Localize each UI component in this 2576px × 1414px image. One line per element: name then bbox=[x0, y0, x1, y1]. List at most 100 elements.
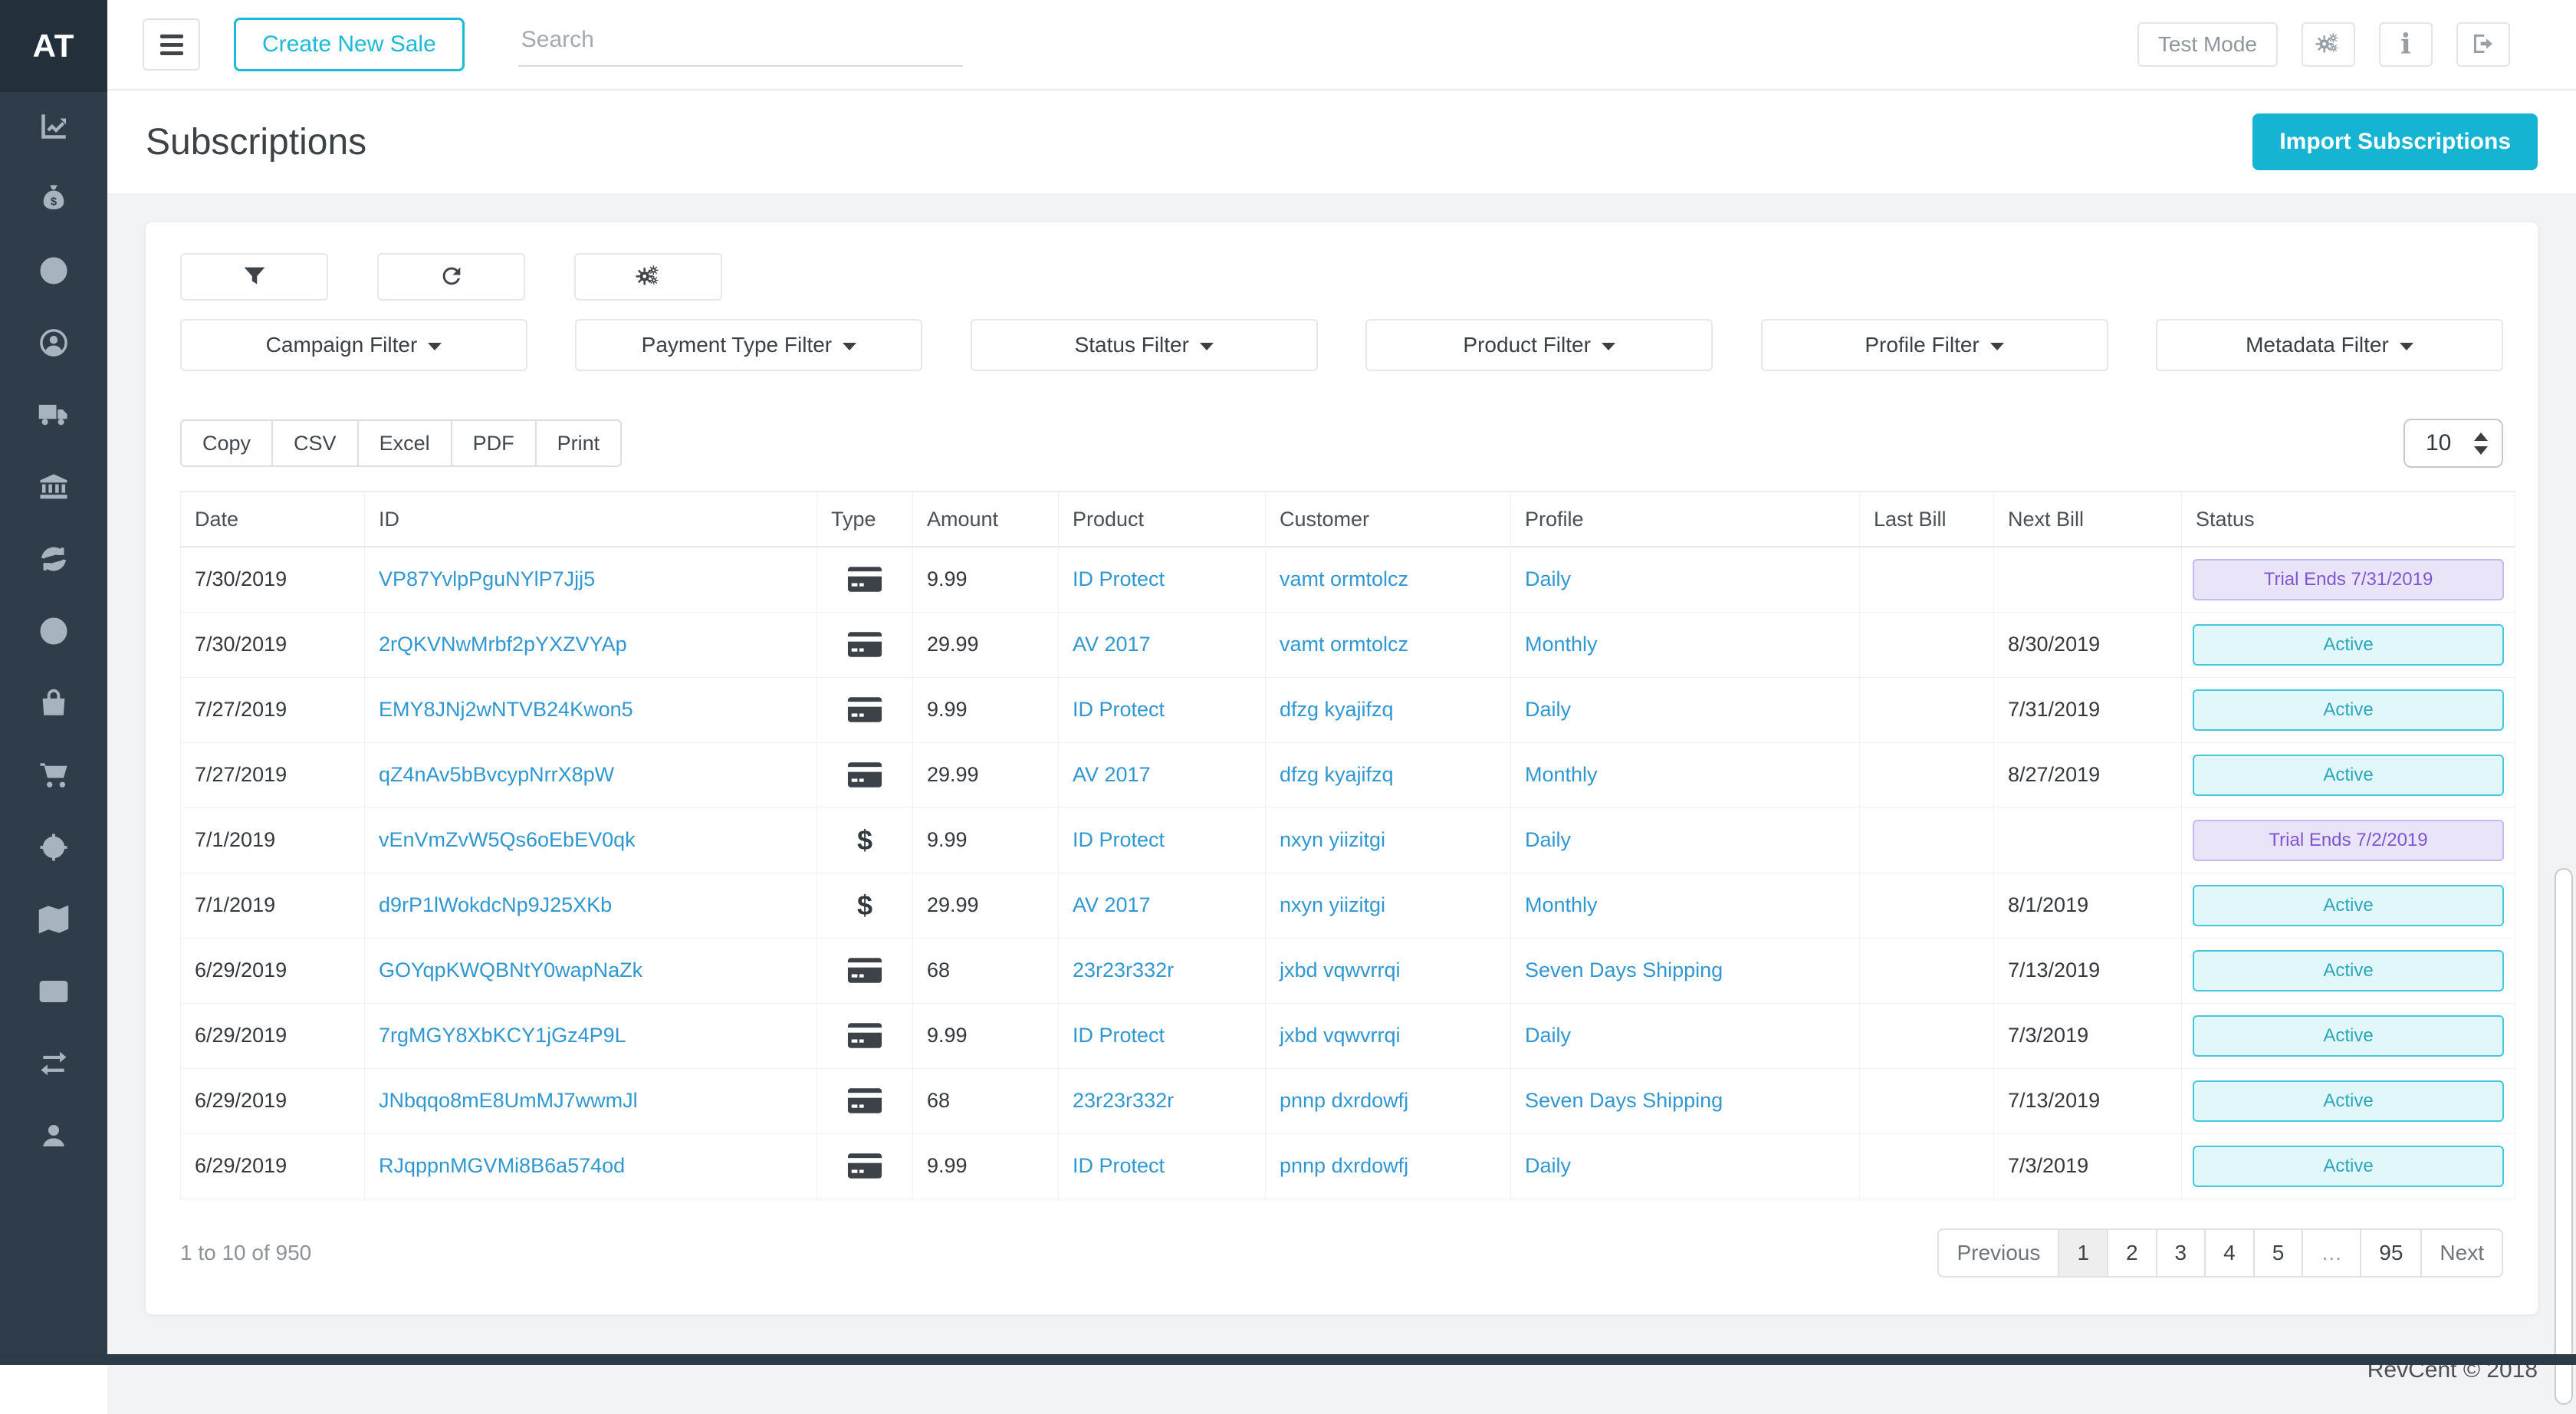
filter-button[interactable] bbox=[180, 253, 328, 301]
customer-link[interactable]: nxyn yiizitgi bbox=[1280, 828, 1385, 851]
product-link[interactable]: ID Protect bbox=[1073, 828, 1165, 851]
product-link[interactable]: ID Protect bbox=[1073, 698, 1165, 721]
test-mode-button[interactable]: Test Mode bbox=[2137, 22, 2278, 67]
subscription-id-link[interactable]: GOYqpKWQBNtY0wapNaZk bbox=[379, 959, 642, 982]
cogs-button[interactable] bbox=[574, 253, 722, 301]
product-link[interactable]: AV 2017 bbox=[1073, 763, 1151, 786]
app-logo[interactable]: AT bbox=[0, 0, 107, 92]
product-link[interactable]: 23r23r332r bbox=[1073, 1089, 1174, 1112]
cogs-button[interactable] bbox=[2302, 22, 2355, 67]
sign-out-button[interactable] bbox=[2456, 22, 2510, 67]
export-excel-button[interactable]: Excel bbox=[357, 419, 452, 467]
customer-link[interactable]: dfzg kyajifzq bbox=[1280, 763, 1394, 786]
status-filter-dropdown[interactable]: Status Filter bbox=[971, 319, 1318, 371]
profile-link[interactable]: Daily bbox=[1525, 1154, 1571, 1177]
subscription-id-link[interactable]: VP87YvlpPguNYlP7Jjj5 bbox=[379, 567, 595, 590]
scrollbar-thumb[interactable] bbox=[2555, 868, 2573, 1405]
spinner-arrows-icon[interactable] bbox=[2474, 432, 2488, 455]
sidebar-item-truck[interactable] bbox=[0, 380, 107, 452]
subscription-id-link[interactable]: 7rgMGY8XbKCY1jGz4P9L bbox=[379, 1024, 626, 1047]
page-size-spinner[interactable]: 10 bbox=[2404, 419, 2503, 468]
product-link[interactable]: AV 2017 bbox=[1073, 633, 1151, 656]
column-header-next-bill[interactable]: Next Bill bbox=[1994, 492, 2182, 547]
customer-link[interactable]: jxbd vqwvrrqi bbox=[1280, 959, 1401, 982]
sidebar-item-sync[interactable] bbox=[0, 524, 107, 597]
sidebar-item-chart-line[interactable] bbox=[0, 92, 107, 164]
customer-link[interactable]: pnnp dxrdowfj bbox=[1280, 1154, 1408, 1177]
page-5-link[interactable]: 5 bbox=[2253, 1228, 2304, 1278]
profile-link[interactable]: Daily bbox=[1525, 698, 1571, 721]
sidebar-item-user-circle[interactable] bbox=[0, 308, 107, 380]
column-header-type[interactable]: Type bbox=[817, 492, 913, 547]
sidebar-item-user[interactable] bbox=[0, 1101, 107, 1173]
payment-type-filter-dropdown[interactable]: Payment Type Filter bbox=[575, 319, 922, 371]
subscription-id-link[interactable]: 2rQKVNwMrbf2pYXZVYAp bbox=[379, 633, 627, 656]
column-header-product[interactable]: Product bbox=[1059, 492, 1266, 547]
page-3-link[interactable]: 3 bbox=[2156, 1228, 2206, 1278]
page-1-link[interactable]: 1 bbox=[2058, 1228, 2108, 1278]
sidebar-item-bank[interactable] bbox=[0, 452, 107, 524]
search-input[interactable] bbox=[518, 22, 963, 67]
subscription-id-link[interactable]: qZ4nAv5bBvcypNrrX8pW bbox=[379, 763, 614, 786]
product-link[interactable]: 23r23r332r bbox=[1073, 959, 1174, 982]
subscription-id-link[interactable]: JNbqqo8mE8UmMJ7wwmJl bbox=[379, 1089, 638, 1112]
hamburger-menu-button[interactable] bbox=[143, 18, 200, 71]
column-header-customer[interactable]: Customer bbox=[1266, 492, 1511, 547]
sidebar-item-crosshairs[interactable] bbox=[0, 813, 107, 885]
page-2-link[interactable]: 2 bbox=[2107, 1228, 2157, 1278]
page-next-button[interactable]: Next bbox=[2420, 1228, 2503, 1278]
customer-link[interactable]: vamt ormtolcz bbox=[1280, 567, 1408, 590]
sidebar-item-globe[interactable] bbox=[0, 236, 107, 308]
subscription-id-link[interactable]: RJqppnMGVMi8B6a574od bbox=[379, 1154, 625, 1177]
profile-link[interactable]: Daily bbox=[1525, 567, 1571, 590]
sidebar-item-money-bag[interactable]: $ bbox=[0, 164, 107, 236]
sidebar-item-exchange[interactable] bbox=[0, 1029, 107, 1101]
export-copy-button[interactable]: Copy bbox=[180, 419, 273, 467]
product-filter-dropdown[interactable]: Product Filter bbox=[1365, 319, 1713, 371]
customer-link[interactable]: dfzg kyajifzq bbox=[1280, 698, 1394, 721]
export-print-button[interactable]: Print bbox=[535, 419, 623, 467]
product-link[interactable]: ID Protect bbox=[1073, 1154, 1165, 1177]
page-previous-button[interactable]: Previous bbox=[1937, 1228, 2059, 1278]
sidebar-item-shopping-cart[interactable] bbox=[0, 741, 107, 813]
profile-link[interactable]: Monthly bbox=[1525, 633, 1598, 656]
refresh-button[interactable] bbox=[377, 253, 525, 301]
customer-link[interactable]: vamt ormtolcz bbox=[1280, 633, 1408, 656]
export-pdf-button[interactable]: PDF bbox=[451, 419, 537, 467]
profile-filter-dropdown[interactable]: Profile Filter bbox=[1761, 319, 2108, 371]
customer-link[interactable]: nxyn yiizitgi bbox=[1280, 893, 1385, 916]
column-header-id[interactable]: ID bbox=[365, 492, 817, 547]
sidebar-item-envelope[interactable] bbox=[0, 957, 107, 1029]
sidebar-item-map[interactable] bbox=[0, 885, 107, 957]
profile-link[interactable]: Seven Days Shipping bbox=[1525, 959, 1723, 982]
metadata-filter-dropdown[interactable]: Metadata Filter bbox=[2156, 319, 2503, 371]
sidebar-item-shopping-bag[interactable] bbox=[0, 669, 107, 741]
profile-link[interactable]: Seven Days Shipping bbox=[1525, 1089, 1723, 1112]
import-subscriptions-button[interactable]: Import Subscriptions bbox=[2252, 113, 2538, 170]
sidebar-item-clock[interactable] bbox=[0, 597, 107, 669]
column-header-date[interactable]: Date bbox=[181, 492, 365, 547]
profile-link[interactable]: Daily bbox=[1525, 1024, 1571, 1047]
subscription-id-link[interactable]: vEnVmZvW5Qs6oEbEV0qk bbox=[379, 828, 636, 851]
column-header-status[interactable]: Status bbox=[2182, 492, 2515, 547]
customer-link[interactable]: jxbd vqwvrrqi bbox=[1280, 1024, 1401, 1047]
product-link[interactable]: ID Protect bbox=[1073, 567, 1165, 590]
column-header-profile[interactable]: Profile bbox=[1511, 492, 1860, 547]
product-link[interactable]: ID Protect bbox=[1073, 1024, 1165, 1047]
page-4-link[interactable]: 4 bbox=[2204, 1228, 2255, 1278]
column-header-last-bill[interactable]: Last Bill bbox=[1860, 492, 1994, 547]
product-link[interactable]: AV 2017 bbox=[1073, 893, 1151, 916]
cell-last-bill bbox=[1860, 742, 1994, 807]
create-new-sale-button[interactable]: Create New Sale bbox=[234, 18, 465, 71]
page-95-link[interactable]: 95 bbox=[2360, 1228, 2422, 1278]
profile-link[interactable]: Daily bbox=[1525, 828, 1571, 851]
subscription-id-link[interactable]: d9rP1lWokdcNp9J25XKb bbox=[379, 893, 612, 916]
profile-link[interactable]: Monthly bbox=[1525, 763, 1598, 786]
subscription-id-link[interactable]: EMY8JNj2wNTVB24Kwon5 bbox=[379, 698, 633, 721]
column-header-amount[interactable]: Amount bbox=[913, 492, 1059, 547]
profile-link[interactable]: Monthly bbox=[1525, 893, 1598, 916]
customer-link[interactable]: pnnp dxrdowfj bbox=[1280, 1089, 1408, 1112]
campaign-filter-dropdown[interactable]: Campaign Filter bbox=[180, 319, 527, 371]
export-csv-button[interactable]: CSV bbox=[271, 419, 359, 467]
info-button[interactable]: i bbox=[2379, 22, 2433, 67]
